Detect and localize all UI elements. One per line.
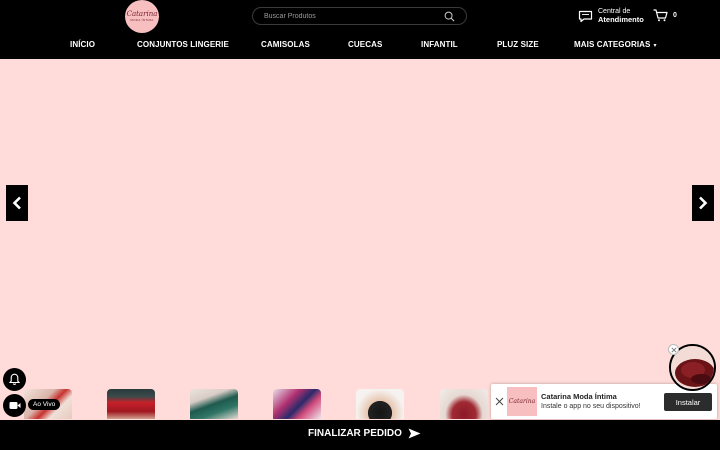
nav-item-pluz-size[interactable]: PLUZ SIZE (497, 40, 539, 49)
video-camera-icon (9, 402, 20, 409)
nav-item-mais-categorias[interactable]: MAIS CATEGORIAS ▾ (574, 40, 657, 49)
search-input[interactable] (264, 10, 434, 22)
checkout-bar: FINALIZAR PEDIDO (0, 420, 720, 450)
mais-categorias-label: MAIS CATEGORIAS (574, 40, 651, 49)
cart-button[interactable]: 0 (653, 9, 677, 22)
chevron-right-icon (699, 196, 708, 210)
cart-icon (653, 9, 668, 22)
nav-item-cuecas[interactable]: CUECAS (348, 40, 382, 49)
live-label[interactable]: Ao Vivo (28, 399, 61, 410)
main-nav: INÍCIO CONJUNTOS LINGERIE CAMISOLAS CUEC… (0, 38, 720, 52)
hero-slider (0, 59, 720, 389)
customer-service-text: Central de Atendimento (598, 8, 644, 24)
product-thumbnail[interactable] (356, 389, 404, 419)
search-icon[interactable] (444, 11, 455, 22)
slider-next-button[interactable] (692, 185, 714, 221)
app-logo-script: Catarina (508, 397, 536, 405)
finalize-order-button[interactable]: FINALIZAR PEDIDO (308, 428, 421, 439)
customer-service-link[interactable]: Central de Atendimento (578, 8, 644, 24)
slider-prev-button[interactable] (6, 185, 28, 221)
logo-subtitle: MODA ÍNTIMA (130, 18, 154, 22)
cart-count: 0 (673, 12, 677, 19)
live-video-button[interactable] (3, 394, 26, 417)
close-icon (670, 346, 677, 353)
chevron-down-icon: ▾ (653, 43, 657, 49)
customer-service-line1: Central de (598, 8, 631, 15)
product-thumbnail[interactable] (273, 389, 321, 419)
bell-icon (8, 373, 21, 385)
install-button[interactable]: Instalar (664, 393, 712, 411)
notification-button[interactable] (3, 368, 26, 391)
store-logo[interactable]: Catarina MODA ÍNTIMA (125, 0, 159, 33)
site-header: Catarina MODA ÍNTIMA Central de Atendime… (0, 0, 720, 59)
customer-service-line2: Atendimento (598, 15, 644, 24)
product-thumbnail[interactable] (190, 389, 238, 419)
chat-icon (578, 10, 593, 22)
close-icon[interactable] (495, 397, 504, 406)
install-banner-title: Catarina Moda Íntima (541, 392, 617, 401)
search-bar (252, 7, 467, 25)
send-icon (408, 428, 421, 439)
product-thumbnail[interactable] (440, 389, 488, 419)
close-video-button[interactable] (668, 344, 679, 355)
install-banner-description: Instale o app no seu dispositivo! (541, 403, 641, 410)
logo-script: Catarina (126, 10, 158, 18)
nav-item-camisolas[interactable]: CAMISOLAS (261, 40, 310, 49)
nav-item-conjuntos-lingerie[interactable]: CONJUNTOS LINGERIE (137, 40, 229, 49)
app-logo: Catarina (507, 387, 537, 416)
chevron-left-icon (12, 196, 21, 210)
nav-item-infantil[interactable]: INFANTIL (421, 40, 458, 49)
finalize-order-label: FINALIZAR PEDIDO (308, 428, 402, 439)
product-thumbnail[interactable] (107, 389, 155, 419)
nav-item-inicio[interactable]: INÍCIO (70, 40, 95, 49)
